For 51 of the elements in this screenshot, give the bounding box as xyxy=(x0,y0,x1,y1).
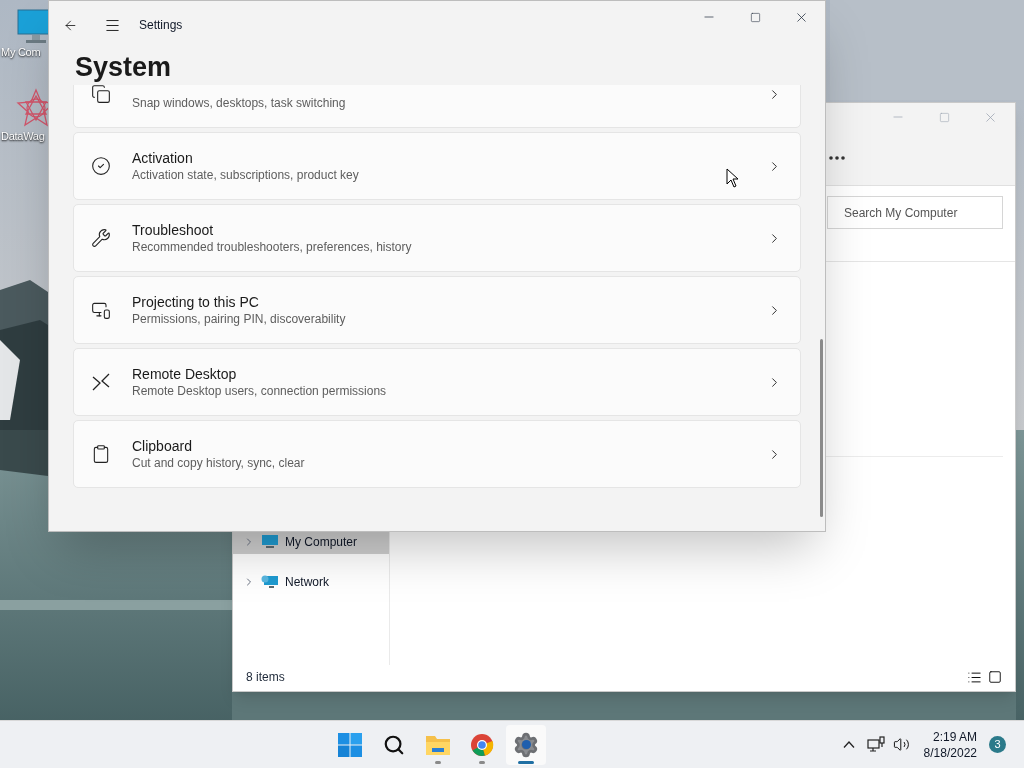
card-title: Remote Desktop xyxy=(132,364,238,383)
browser-icon xyxy=(470,732,495,757)
screens-icon xyxy=(91,300,111,320)
nav-item[interactable]: Network xyxy=(233,570,389,594)
card-title: Activation xyxy=(132,148,194,167)
settings-card[interactable]: Activation Activation state, subscriptions, product key xyxy=(73,132,801,200)
clock-time[interactable]: 2:19 AM xyxy=(932,728,977,745)
nav-item[interactable]: My Computer xyxy=(233,530,389,554)
chevron-up-icon xyxy=(842,741,855,748)
details-view-button[interactable] xyxy=(967,669,982,685)
settings-card[interactable]: Snap windows, desktops, task switching xyxy=(73,85,801,128)
maximize-icon xyxy=(749,11,761,23)
more-icon xyxy=(829,156,845,160)
page-heading: System xyxy=(74,51,173,84)
clipboard-icon xyxy=(91,444,111,464)
cursor-icon xyxy=(726,168,739,188)
settings-card[interactable]: Projecting to this PC Permissions, pairing PIN, discoverability xyxy=(73,276,801,344)
card-title: Projecting to this PC xyxy=(132,292,260,311)
maximize-icon xyxy=(938,111,950,123)
volume-icon[interactable] xyxy=(892,736,910,753)
window-title: Settings xyxy=(139,17,183,34)
card-description: Recommended troubleshooters, preferences, history xyxy=(132,238,412,256)
search-icon xyxy=(383,733,406,756)
wrench-icon xyxy=(91,228,111,248)
windows-logo-icon xyxy=(338,732,363,757)
taskbar-app[interactable] xyxy=(506,724,547,765)
settings-card[interactable]: Remote Desktop Remote Desktop users, connection permissions xyxy=(73,348,801,416)
gear-icon xyxy=(513,731,540,758)
check-circle-icon xyxy=(91,156,111,176)
settings-card[interactable]: Troubleshoot Recommended troubleshooters, preferences, history xyxy=(73,204,801,272)
network-icon xyxy=(261,574,279,590)
card-description: Cut and copy history, sync, clear xyxy=(132,454,305,472)
settings-card[interactable]: Clipboard Cut and copy history, sync, clear xyxy=(73,420,801,488)
card-description: Permissions, pairing PIN, discoverability xyxy=(132,310,346,328)
remote-desktop-icon xyxy=(91,372,111,392)
card-description: Snap windows, desktops, task switching xyxy=(132,94,346,112)
card-title: Clipboard xyxy=(132,436,193,455)
monitor-icon xyxy=(261,534,279,550)
more-button[interactable] xyxy=(829,156,845,160)
item-count: 8 items xyxy=(246,669,285,686)
windows-icon xyxy=(91,85,111,104)
card-description: Activation state, subscriptions, product key xyxy=(132,166,359,184)
notification-count[interactable]: 3 xyxy=(989,736,1006,753)
network-icon[interactable] xyxy=(866,735,885,754)
folder-icon xyxy=(425,733,452,756)
scrollbar[interactable] xyxy=(820,339,823,517)
search-field[interactable]: Search My Computer xyxy=(827,196,1003,229)
card-title: Troubleshoot xyxy=(132,220,215,239)
card-description: Remote Desktop users, connection permissions xyxy=(132,382,387,400)
clock-date[interactable]: 8/18/2022 xyxy=(923,744,977,761)
tiles-view-button[interactable] xyxy=(988,670,1002,684)
